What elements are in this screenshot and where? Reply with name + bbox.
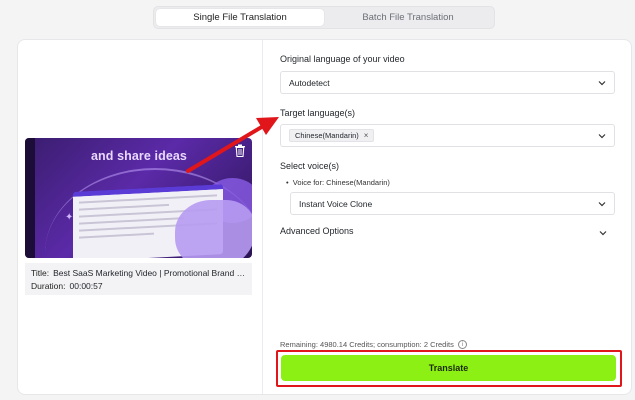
video-title-value: Best SaaS Marketing Video | Promotional … xyxy=(53,268,246,278)
thumbnail-shape xyxy=(175,200,252,258)
chevron-down-icon xyxy=(598,81,606,86)
translation-mode-tabs: Single File Translation Batch File Trans… xyxy=(153,6,495,29)
video-duration-row: Duration: 00:00:57 xyxy=(31,280,246,293)
video-title-row: Title: Best SaaS Marketing Video | Promot… xyxy=(31,267,246,280)
thumbnail-headline: and share ideas xyxy=(91,149,187,163)
original-language-value: Autodetect xyxy=(289,77,330,88)
chevron-down-icon xyxy=(598,134,606,139)
thumbnail-edge xyxy=(25,138,35,258)
video-duration-key: Duration: xyxy=(31,281,66,291)
target-language-chip-label: Chinese(Mandarin) xyxy=(295,131,359,140)
tab-batch-file-translation[interactable]: Batch File Translation xyxy=(324,9,492,26)
panel-divider xyxy=(262,40,263,394)
target-language-label: Target language(s) xyxy=(280,108,356,118)
voice-for-label: • Voice for: Chinese(Mandarin) xyxy=(286,178,390,187)
translate-button[interactable]: Translate xyxy=(281,355,616,381)
select-voice-label: Select voice(s) xyxy=(280,161,340,171)
chevron-down-icon xyxy=(599,231,607,236)
advanced-options-toggle[interactable]: Advanced Options xyxy=(280,226,615,240)
original-language-select[interactable]: Autodetect xyxy=(280,71,615,94)
credits-info: Remaining: 4980.14 Credits; consumption:… xyxy=(280,340,467,349)
original-language-label: Original language of your video xyxy=(280,54,405,64)
voice-for-text: Voice for: Chinese(Mandarin) xyxy=(292,178,390,187)
video-title-key: Title: xyxy=(31,268,50,278)
video-meta: Title: Best SaaS Marketing Video | Promot… xyxy=(25,263,252,295)
chevron-down-icon xyxy=(598,202,606,207)
tab-single-file-translation[interactable]: Single File Translation xyxy=(156,9,324,26)
voice-select[interactable]: Instant Voice Clone xyxy=(290,192,615,215)
trash-icon[interactable] xyxy=(234,144,246,157)
credits-text: Remaining: 4980.14 Credits; consumption:… xyxy=(280,340,454,349)
video-thumbnail[interactable]: ✦ and share ideas xyxy=(25,138,252,258)
voice-value: Instant Voice Clone xyxy=(299,198,373,209)
remove-chip-icon[interactable]: × xyxy=(364,131,369,140)
info-icon[interactable]: i xyxy=(457,340,467,349)
sparkle-icon: ✦ xyxy=(65,212,74,223)
target-language-select[interactable]: Chinese(Mandarin) × xyxy=(280,124,615,147)
video-duration-value: 00:00:57 xyxy=(69,281,103,291)
target-language-chip: Chinese(Mandarin) × xyxy=(289,129,375,142)
advanced-options-label: Advanced Options xyxy=(280,226,354,236)
